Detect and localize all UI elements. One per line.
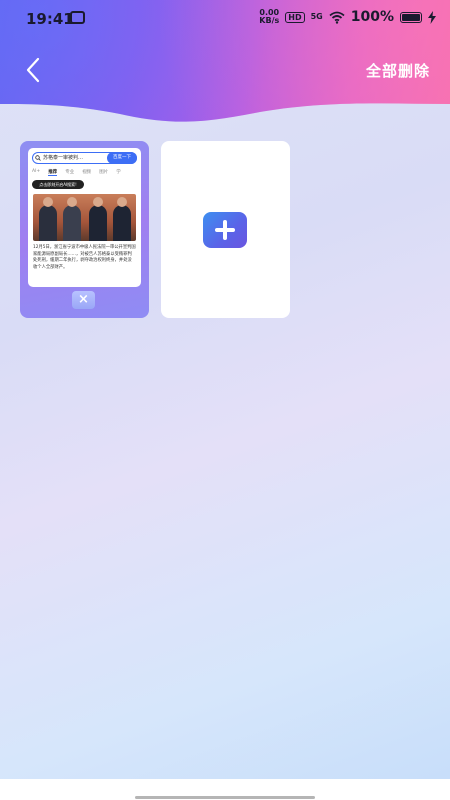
photo-figure [89, 197, 107, 241]
network-speed-unit: KB/s [259, 16, 280, 25]
preview-tab: 专业 [65, 170, 75, 175]
preview-search-text: 苏格泰一审被判… [43, 155, 84, 161]
photo-figure [39, 197, 57, 241]
preview-tab: 学 [116, 170, 121, 175]
notification-app-icon [70, 11, 85, 24]
battery-icon [400, 11, 422, 23]
chevron-left-icon [26, 57, 40, 83]
plus-icon[interactable] [203, 212, 247, 248]
network-speed: 0.00 KB/s [259, 9, 279, 25]
preview-tooltip: 点击即刻开启AI搜索! [32, 180, 84, 189]
preview-search-box: 苏格泰一审被判… 百度一下 [32, 152, 137, 164]
delete-all-button[interactable]: 全部删除 [366, 60, 430, 81]
preview-search-button: 百度一下 [107, 152, 137, 164]
preview-tab: 视频 [82, 170, 92, 175]
status-time: 19:41 [26, 10, 74, 28]
hd-badge: HD [285, 11, 305, 23]
photo-figure [113, 197, 131, 241]
wifi-icon [329, 11, 345, 24]
photo-figure [63, 197, 81, 241]
close-tab-button[interactable]: × [72, 291, 95, 309]
preview-news-photo [33, 194, 136, 241]
preview-tab-row: AI+ 推荐 专业 视频 图片 学 [32, 169, 121, 176]
preview-tab: AI+ [32, 169, 41, 174]
preview-search-icon [35, 155, 41, 161]
tab-card[interactable]: 苏格泰一审被判… 百度一下 AI+ 推荐 专业 视频 图片 学 点击即刻开启AI… [20, 141, 149, 318]
new-tab-card[interactable] [161, 141, 290, 318]
preview-article-text: 12月5日，浙江省宁波市中级人民法院一审公开宣判国家能源局原副局长……，对被告人… [33, 245, 136, 270]
close-icon: × [78, 292, 89, 307]
battery-percent: 100% [350, 9, 394, 25]
preview-tab: 图片 [99, 170, 109, 175]
back-button[interactable] [22, 56, 46, 84]
tab-preview-thumbnail[interactable]: 苏格泰一审被判… 百度一下 AI+ 推荐 专业 视频 图片 学 点击即刻开启AI… [28, 148, 141, 287]
charging-bolt-icon [428, 10, 436, 24]
signal-5g-icon: 5G [310, 12, 323, 21]
status-indicators: 0.00 KB/s HD 5G 100% [259, 9, 436, 25]
preview-tab-active: 推荐 [48, 170, 58, 176]
status-bar: 19:41 0.00 KB/s HD 5G 100% [0, 0, 450, 36]
bottom-bar [0, 779, 450, 800]
home-indicator[interactable] [135, 796, 315, 799]
